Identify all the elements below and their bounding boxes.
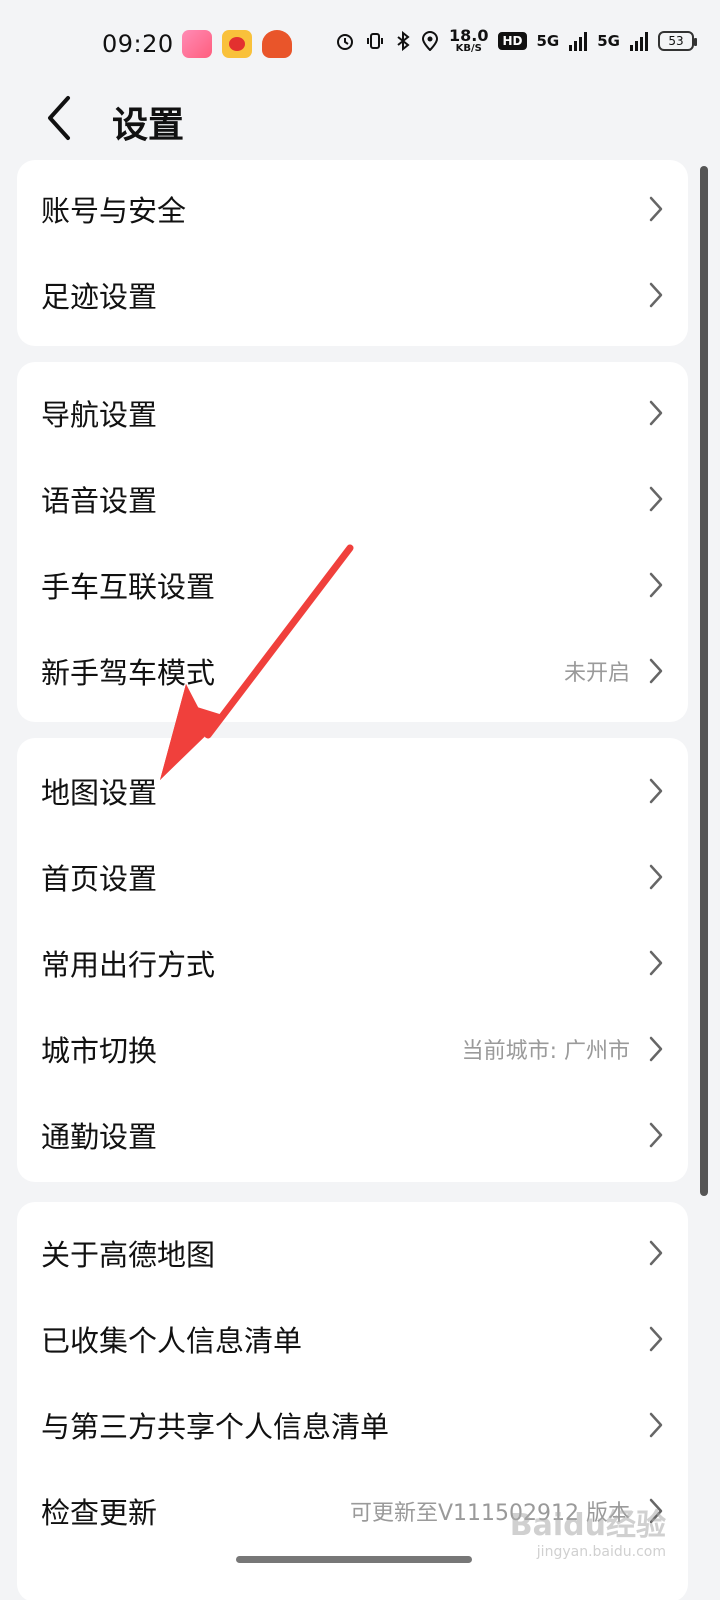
settings-item-label: 新手驾车模式 bbox=[41, 656, 216, 690]
settings-item-label: 通勤设置 bbox=[41, 1120, 158, 1154]
location-icon bbox=[421, 31, 439, 51]
settings-item-navigation[interactable]: 导航设置 bbox=[17, 370, 688, 456]
settings-item-phone-car-link[interactable]: 手车互联设置 bbox=[17, 542, 688, 628]
chevron-right-icon bbox=[649, 658, 663, 684]
settings-item-label: 检查更新 bbox=[41, 1496, 158, 1530]
settings-item-about[interactable]: 关于高德地图 bbox=[17, 1210, 688, 1296]
settings-item-value: 未开启 bbox=[563, 661, 630, 686]
status-time: 09:20 bbox=[102, 30, 174, 58]
settings-item-map[interactable]: 地图设置 bbox=[17, 748, 688, 834]
page-header: 设置 bbox=[0, 92, 720, 156]
app-notification-icon bbox=[262, 30, 292, 58]
settings-item-label: 常用出行方式 bbox=[41, 948, 216, 982]
signal-icon bbox=[569, 31, 588, 51]
settings-item-shared-info[interactable]: 与第三方共享个人信息清单 bbox=[17, 1382, 688, 1468]
settings-item-label: 关于高德地图 bbox=[41, 1238, 216, 1272]
page-title: 设置 bbox=[112, 105, 185, 146]
back-arrow-icon bbox=[48, 96, 70, 140]
settings-item-city-switch[interactable]: 城市切换 当前城市: 广州市 bbox=[17, 1006, 688, 1092]
speed-unit: KB/S bbox=[455, 43, 482, 54]
chevron-right-icon bbox=[649, 778, 663, 804]
hd-badge: HD bbox=[498, 32, 527, 50]
chevron-right-icon bbox=[649, 1122, 663, 1148]
chevron-right-icon bbox=[649, 1412, 663, 1438]
chevron-right-icon bbox=[649, 400, 663, 426]
chevron-right-icon bbox=[649, 486, 663, 512]
weibo-notification-icon bbox=[222, 30, 252, 58]
status-indicators: 18.0 KB/S HD 5G 5G 53 bbox=[335, 28, 697, 54]
notification-icons bbox=[182, 30, 292, 58]
settings-item-label: 与第三方共享个人信息清单 bbox=[41, 1410, 390, 1444]
network-speed: 18.0 KB/S bbox=[449, 28, 488, 54]
vibrate-icon bbox=[367, 33, 383, 49]
alarm-icon bbox=[337, 34, 353, 50]
status-bar: 09:20 18.0 KB/S HD 5G 5G 53 bbox=[0, 0, 720, 92]
settings-item-label: 已收集个人信息清单 bbox=[41, 1324, 303, 1358]
chevron-right-icon bbox=[649, 196, 663, 222]
chevron-right-icon bbox=[649, 572, 663, 598]
settings-group: 导航设置 语音设置 手车互联设置 新手驾车模式 未开启 bbox=[17, 362, 688, 722]
home-indicator[interactable] bbox=[236, 1556, 472, 1563]
chevron-right-icon bbox=[649, 1240, 663, 1266]
settings-item-label: 手车互联设置 bbox=[41, 570, 216, 604]
settings-item-label: 城市切换 bbox=[41, 1034, 158, 1068]
scrollbar[interactable] bbox=[700, 166, 708, 1196]
bluetooth-icon bbox=[397, 31, 410, 51]
settings-item-label: 足迹设置 bbox=[41, 280, 158, 314]
watermark-text: Baidu经验 bbox=[509, 1508, 666, 1543]
settings-item-label: 账号与安全 bbox=[41, 194, 187, 228]
network-type-2: 5G bbox=[597, 32, 620, 50]
settings-item-label: 首页设置 bbox=[41, 862, 158, 896]
settings-item-collected-info[interactable]: 已收集个人信息清单 bbox=[17, 1296, 688, 1382]
chevron-right-icon bbox=[649, 1326, 663, 1352]
chevron-right-icon bbox=[649, 864, 663, 890]
settings-group: 地图设置 首页设置 常用出行方式 城市切换 当前城市: 广州市 通勤设置 bbox=[17, 738, 688, 1182]
settings-item-commute[interactable]: 通勤设置 bbox=[17, 1092, 688, 1178]
settings-item-voice[interactable]: 语音设置 bbox=[17, 456, 688, 542]
settings-item-label: 语音设置 bbox=[41, 484, 158, 518]
battery-icon: 53 bbox=[658, 31, 697, 51]
chevron-right-icon bbox=[649, 950, 663, 976]
watermark: Baidu经验 jingyan.baidu.com bbox=[510, 1500, 666, 1560]
settings-item-novice-driving[interactable]: 新手驾车模式 未开启 bbox=[17, 628, 688, 714]
network-type-1: 5G bbox=[536, 32, 560, 50]
app-notification-icon bbox=[182, 30, 212, 58]
watermark-sub: jingyan.baidu.com bbox=[536, 1544, 666, 1560]
settings-item-value: 当前城市: 广州市 bbox=[461, 1039, 630, 1064]
settings-item-account-security[interactable]: 账号与安全 bbox=[17, 166, 688, 252]
settings-item-label: 导航设置 bbox=[41, 398, 158, 432]
settings-item-homepage[interactable]: 首页设置 bbox=[17, 834, 688, 920]
battery-level: 53 bbox=[668, 34, 684, 48]
settings-item-travel-mode[interactable]: 常用出行方式 bbox=[17, 920, 688, 1006]
chevron-right-icon bbox=[649, 1036, 663, 1062]
settings-item-label: 地图设置 bbox=[41, 776, 158, 810]
signal-icon bbox=[630, 31, 648, 51]
chevron-right-icon bbox=[649, 282, 663, 308]
speed-value: 18.0 bbox=[449, 26, 489, 45]
back-button[interactable] bbox=[44, 94, 88, 144]
settings-group: 账号与安全 足迹设置 bbox=[17, 160, 688, 346]
settings-item-footprint[interactable]: 足迹设置 bbox=[17, 252, 688, 338]
